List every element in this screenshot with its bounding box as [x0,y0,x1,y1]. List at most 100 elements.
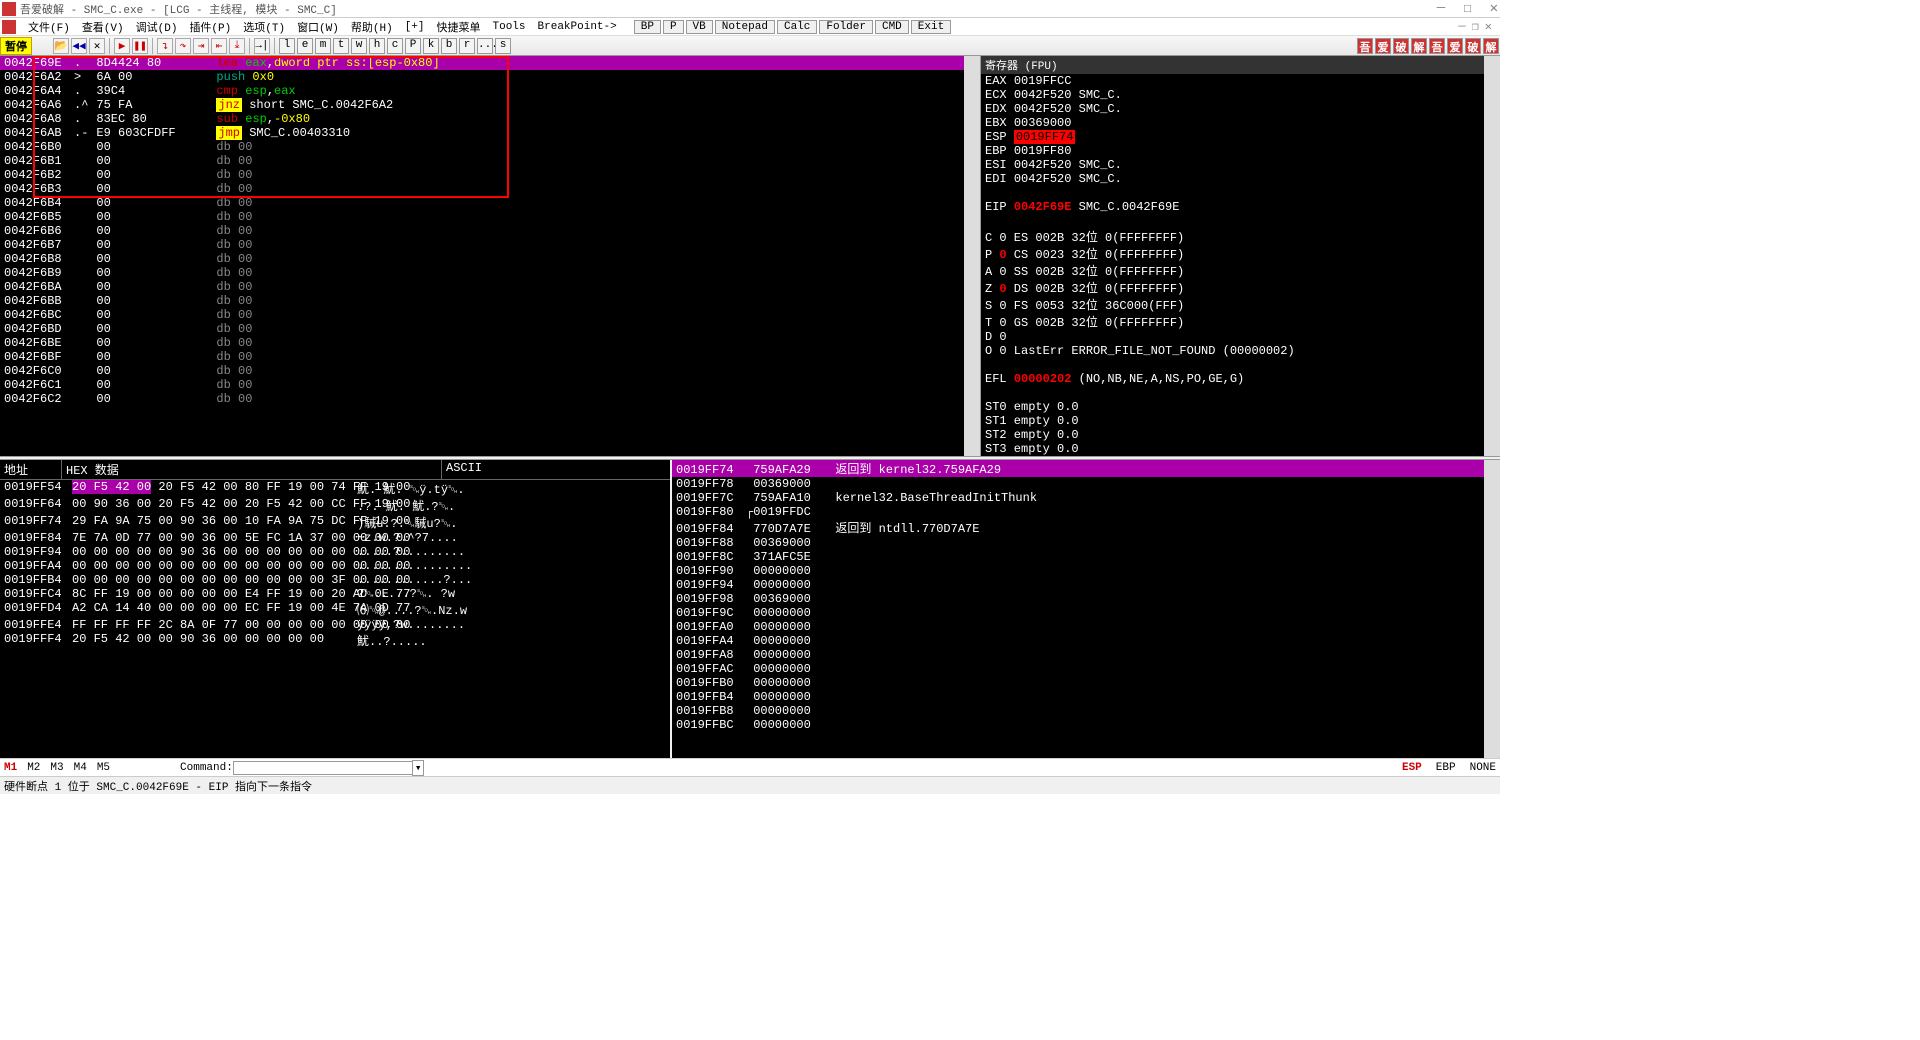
close-icon[interactable]: ✕ [1490,0,1498,17]
menu-tools[interactable]: Tools [487,21,532,33]
stack-row[interactable]: 0019FF84 770D7A7E 返回到 ntdll.770D7A7E [672,519,1500,536]
menu-btn-folder[interactable]: Folder [819,20,873,34]
tb-r[interactable]: r [459,38,475,54]
m5-label[interactable]: M5 [97,762,110,774]
disasm-row[interactable]: 0042F6BC00db 00 [0,308,980,322]
register-line[interactable]: EBX 00369000 [981,116,1500,130]
tb-cn-0[interactable]: 吾 [1357,38,1373,54]
menu-bp[interactable]: BreakPoint-> [532,21,623,33]
register-line[interactable]: EBP 0019FF80 [981,144,1500,158]
flag-line[interactable]: P 0 CS 0023 32位 0(FFFFFFFF) [981,245,1500,262]
hex-row[interactable]: 0019FFE4FF FF FF FF 2C 8A 0F 77 00 00 00… [0,618,670,632]
m2-label[interactable]: M2 [27,762,40,774]
stack-row[interactable]: 0019FF98 00369000 [672,592,1500,606]
none-label[interactable]: NONE [1470,762,1496,774]
register-line[interactable]: ECX 0042F520 SMC_C. [981,88,1500,102]
menu-btn-notepad[interactable]: Notepad [715,20,775,34]
command-input[interactable] [233,761,413,775]
disasm-row[interactable]: 0042F6B200db 00 [0,168,980,182]
hex-row[interactable]: 0019FFF420 F5 42 00 00 90 36 00 00 00 00… [0,632,670,649]
flag-line[interactable]: O 0 LastErr ERROR_FILE_NOT_FOUND (000000… [981,344,1500,358]
menu-plugins[interactable]: 插件(P) [183,19,237,35]
esp-label[interactable]: ESP [1402,762,1422,774]
register-line[interactable]: ESP 0019FF74 [981,130,1500,144]
tb-e[interactable]: e [297,38,313,54]
disasm-row[interactable]: 0042F6BE00db 00 [0,336,980,350]
menu-btn-cmd[interactable]: CMD [875,20,909,34]
stack-pane[interactable]: 0019FF74 759AFA29 返回到 kernel32.759AFA290… [670,460,1500,758]
stack-row[interactable]: 0019FF9C 00000000 [672,606,1500,620]
tb-pause-icon[interactable]: ❚❚ [132,38,148,54]
tb-c[interactable]: c [387,38,403,54]
flag-line[interactable]: C 0 ES 002B 32位 0(FFFFFFFF) [981,228,1500,245]
menu-options[interactable]: 选项(T) [237,19,291,35]
flag-line[interactable]: D 0 [981,330,1500,344]
tb-run-icon[interactable]: ▶ [114,38,130,54]
menu-btn-exit[interactable]: Exit [911,20,951,34]
stack-row[interactable]: 0019FF74 759AFA29 返回到 kernel32.759AFA29 [672,460,1500,477]
tb-rewind-icon[interactable]: ◀◀ [71,38,87,54]
tb-close-icon[interactable]: ✕ [89,38,105,54]
disasm-row[interactable]: 0042F6A6.^75 FAjnz short SMC_C.0042F6A2 [0,98,980,112]
hex-row[interactable]: 0019FF847E 7A 0D 77 00 90 36 00 5E FC 1A… [0,531,670,545]
efl-line[interactable]: EFL 00000202 (NO,NB,NE,A,NS,PO,GE,G) [981,372,1500,386]
command-dropdown-icon[interactable]: ▾ [412,760,425,776]
disasm-row[interactable]: 0042F6BF00db 00 [0,350,980,364]
hex-row[interactable]: 0019FF5420 F5 42 00 20 F5 42 00 80 FF 19… [0,480,670,497]
tb-cn-3[interactable]: 解 [1411,38,1427,54]
tb-t[interactable]: t [333,38,349,54]
stack-row[interactable]: 0019FF7C 759AFA10 kernel32.BaseThreadIni… [672,491,1500,505]
tb-k[interactable]: k [423,38,439,54]
disasm-row[interactable]: 0042F6B800db 00 [0,252,980,266]
fpu-line[interactable]: ST1 empty 0.0 [981,414,1500,428]
hex-row[interactable]: 0019FF7429 FA 9A 75 00 90 36 00 10 FA 9A… [0,514,670,531]
tb-w[interactable]: w [351,38,367,54]
ebp-label[interactable]: EBP [1436,762,1456,774]
disasm-row[interactable]: 0042F69E.8D4424 80lea eax,dword ptr ss:[… [0,56,980,70]
disasm-row[interactable]: 0042F6C100db 00 [0,378,980,392]
tb-s[interactable]: s [495,38,511,54]
menu-plus[interactable]: [+] [399,21,431,33]
disasm-row[interactable]: 0042F6B600db 00 [0,224,980,238]
maximize-icon[interactable]: ☐ [1463,0,1471,17]
flag-line[interactable]: S 0 FS 0053 32位 36C000(FFF) [981,296,1500,313]
tb-P[interactable]: P [405,38,421,54]
stack-row[interactable]: 0019FFA0 00000000 [672,620,1500,634]
disasm-row[interactable]: 0042F6B000db 00 [0,140,980,154]
fpu-line[interactable]: ST2 empty 0.0 [981,428,1500,442]
menu-btn-calc[interactable]: Calc [777,20,817,34]
disasm-row[interactable]: 0042F6C000db 00 [0,364,980,378]
disasm-row[interactable]: 0042F6C200db 00 [0,392,980,406]
menu-help[interactable]: 帮助(H) [345,19,399,35]
hex-row[interactable]: 0019FFB400 00 00 00 00 00 00 00 00 00 00… [0,573,670,587]
tb-l[interactable]: l [279,38,295,54]
tb-stepinto-icon[interactable]: ↴ [157,38,173,54]
stack-row[interactable]: 0019FFA8 00000000 [672,648,1500,662]
tb-cn-7[interactable]: 解 [1483,38,1499,54]
disasm-row[interactable]: 0042F6B300db 00 [0,182,980,196]
mdi-restore-icon[interactable]: ❐ [1472,19,1479,34]
tb-open-icon[interactable]: 📂 [53,38,69,54]
stack-row[interactable]: 0019FF80┌0019FFDC [672,505,1500,519]
disasm-scrollbar[interactable] [964,56,980,456]
stack-row[interactable]: 0019FFAC 00000000 [672,662,1500,676]
stack-row[interactable]: 0019FFB4 00000000 [672,690,1500,704]
stack-row[interactable]: 0019FFB0 00000000 [672,676,1500,690]
hex-row[interactable]: 0019FFD4A2 CA 14 40 00 00 00 00 EC FF 19… [0,601,670,618]
mdi-close-icon[interactable]: ✕ [1485,19,1492,34]
tb-cn-5[interactable]: 爱 [1447,38,1463,54]
register-line[interactable]: EDX 0042F520 SMC_C. [981,102,1500,116]
menu-view[interactable]: 查看(V) [76,19,130,35]
tb-h[interactable]: h [369,38,385,54]
hex-row[interactable]: 0019FFC48C FF 19 00 00 00 00 00 E4 FF 19… [0,587,670,601]
disasm-row[interactable]: 0042F6A2>6A 00push 0x0 [0,70,980,84]
stack-row[interactable]: 0019FF78 00369000 [672,477,1500,491]
hexdump-pane[interactable]: 地址 HEX 数据 ASCII 0019FF5420 F5 42 00 20 F… [0,460,670,758]
register-line[interactable]: EDI 0042F520 SMC_C. [981,172,1500,186]
flag-line[interactable]: A 0 SS 002B 32位 0(FFFFFFFF) [981,262,1500,279]
disassembly-pane[interactable]: 0042F69E.8D4424 80lea eax,dword ptr ss:[… [0,56,980,456]
register-line[interactable]: ESI 0042F520 SMC_C. [981,158,1500,172]
menu-windows[interactable]: 窗口(W) [291,19,345,35]
disasm-row[interactable]: 0042F6AB.-E9 603CFDFFjmp SMC_C.00403310 [0,126,980,140]
fpu-line[interactable]: ST3 empty 0.0 [981,442,1500,456]
